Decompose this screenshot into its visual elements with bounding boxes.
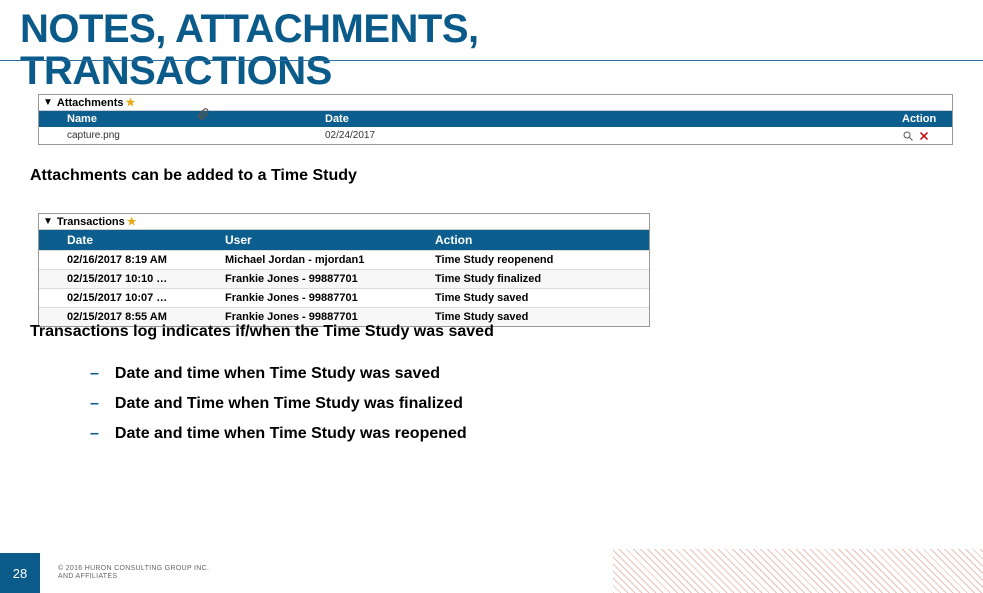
col-action-header: Action bbox=[429, 230, 649, 250]
transaction-user: Michael Jordan - mjordan1 bbox=[219, 251, 429, 269]
collapse-icon: ▼ bbox=[43, 97, 53, 108]
attachment-date: 02/24/2017 bbox=[319, 127, 896, 144]
col-date-header: Date bbox=[39, 230, 219, 250]
header-divider bbox=[0, 60, 983, 61]
bullet-item: –Date and Time when Time Study was final… bbox=[90, 389, 983, 419]
paperclip-icon bbox=[196, 107, 210, 121]
transactions-note: Transactions log indicates if/when the T… bbox=[0, 323, 983, 341]
page-number: 28 bbox=[0, 553, 40, 593]
attachments-label: Attachments bbox=[57, 97, 124, 109]
bullet-item: –Date and time when Time Study was saved bbox=[90, 359, 983, 389]
bullet-item: –Date and time when Time Study was reope… bbox=[90, 419, 983, 449]
delete-icon[interactable] bbox=[918, 130, 930, 142]
transaction-row: 02/15/2017 10:07 … Frankie Jones - 99887… bbox=[39, 288, 649, 307]
col-user-header: User bbox=[219, 230, 429, 250]
bullet-list: –Date and time when Time Study was saved… bbox=[0, 341, 983, 449]
transaction-date: 02/15/2017 10:10 … bbox=[39, 270, 219, 288]
dash-icon: – bbox=[90, 425, 99, 442]
transaction-row: 02/15/2017 10:10 … Frankie Jones - 99887… bbox=[39, 269, 649, 288]
transaction-action: Time Study finalized bbox=[429, 270, 649, 288]
footer: 28 © 2016 HURON CONSULTING GROUP INC. AN… bbox=[0, 553, 209, 593]
col-date-header: Date bbox=[319, 111, 896, 127]
attachments-note: Attachments can be added to a Time Study bbox=[0, 145, 983, 185]
attachments-columns: Name Date Action bbox=[39, 111, 952, 127]
dash-icon: – bbox=[90, 395, 99, 412]
dash-icon: – bbox=[90, 365, 99, 382]
transactions-columns: Date User Action bbox=[39, 230, 649, 250]
attachments-panel-header[interactable]: ▼ Attachments ★ bbox=[39, 95, 952, 111]
transaction-user: Frankie Jones - 99887701 bbox=[219, 289, 429, 307]
transaction-date: 02/16/2017 8:19 AM bbox=[39, 251, 219, 269]
copyright-line2: AND AFFILIATES bbox=[58, 573, 209, 581]
view-icon[interactable] bbox=[902, 130, 914, 142]
copyright: © 2016 HURON CONSULTING GROUP INC. AND A… bbox=[40, 565, 209, 582]
transaction-date: 02/15/2017 10:07 … bbox=[39, 289, 219, 307]
transaction-action: Time Study saved bbox=[429, 289, 649, 307]
bullet-text: Date and time when Time Study was reopen… bbox=[115, 425, 467, 442]
decorative-hatch bbox=[613, 549, 983, 593]
col-action-header: Action bbox=[896, 111, 952, 127]
page-title-line2: TRANSACTIONS bbox=[0, 50, 983, 92]
transactions-label: Transactions bbox=[57, 216, 125, 228]
transactions-panel-header[interactable]: ▼ Transactions ★ bbox=[39, 214, 649, 230]
transaction-user: Frankie Jones - 99887701 bbox=[219, 270, 429, 288]
copyright-line1: © 2016 HURON CONSULTING GROUP INC. bbox=[58, 565, 209, 573]
attachment-name[interactable]: capture.png bbox=[39, 127, 319, 144]
attachments-panel: ▼ Attachments ★ Name Date Action capture… bbox=[38, 94, 953, 145]
col-name-header: Name bbox=[39, 111, 319, 127]
page-title-line1: NOTES, ATTACHMENTS, bbox=[0, 0, 983, 50]
collapse-icon: ▼ bbox=[43, 216, 53, 227]
star-icon: ★ bbox=[127, 215, 137, 228]
bullet-text: Date and Time when Time Study was finali… bbox=[115, 395, 463, 412]
bullet-text: Date and time when Time Study was saved bbox=[115, 365, 440, 382]
transactions-panel: ▼ Transactions ★ Date User Action 02/16/… bbox=[38, 213, 650, 327]
attachment-row: capture.png 02/24/2017 bbox=[39, 127, 952, 144]
star-icon: ★ bbox=[126, 96, 136, 109]
transaction-action: Time Study reopenend bbox=[429, 251, 649, 269]
transaction-row: 02/16/2017 8:19 AM Michael Jordan - mjor… bbox=[39, 250, 649, 269]
